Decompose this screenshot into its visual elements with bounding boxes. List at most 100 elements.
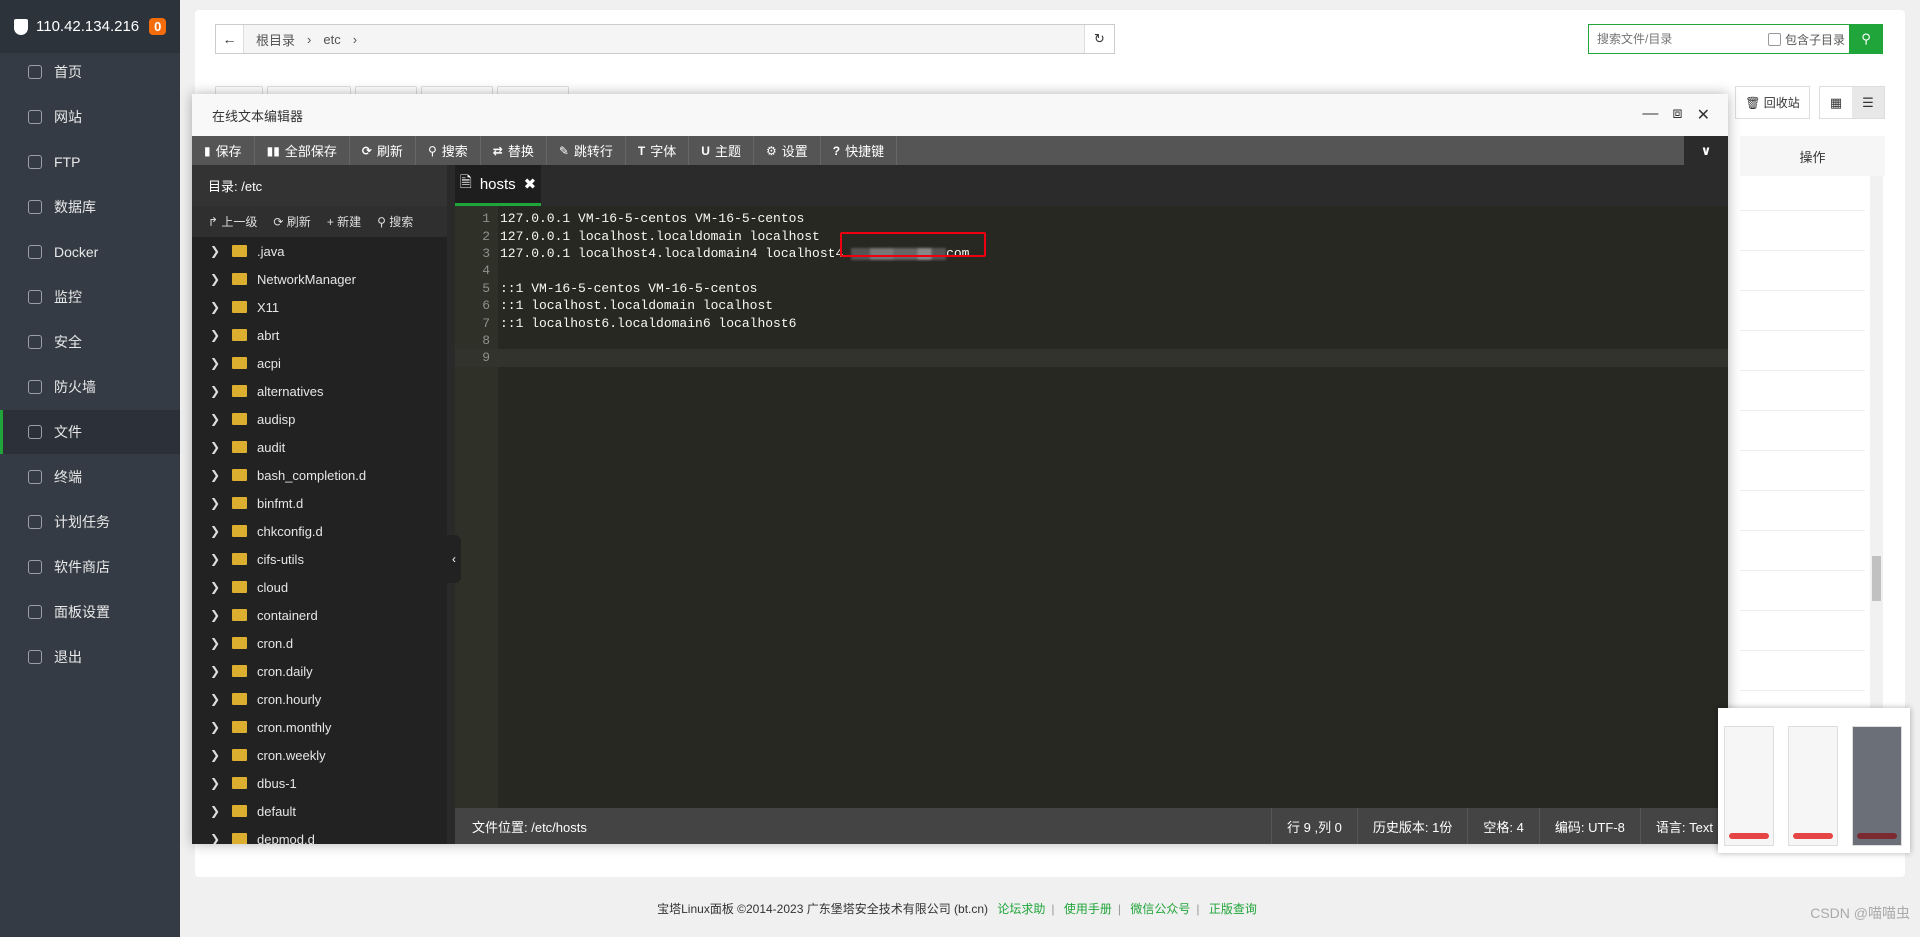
screenshot-thumbnail[interactable] [1718, 708, 1910, 853]
chevron-right-icon[interactable]: ❯ [210, 244, 220, 258]
chevron-right-icon[interactable]: ❯ [210, 272, 220, 286]
sidebar-item-4[interactable]: Docker [0, 230, 180, 274]
chevron-right-icon[interactable]: ❯ [210, 608, 220, 622]
search-input[interactable] [1589, 32, 1768, 46]
tree-node[interactable]: ❯ containerd [192, 601, 447, 629]
tree-node[interactable]: ❯ cloud [192, 573, 447, 601]
tree-node[interactable]: ❯ audit [192, 433, 447, 461]
notification-badge[interactable]: 0 [149, 18, 167, 35]
tree-node[interactable]: ❯ cron.monthly [192, 713, 447, 741]
toolbar-8[interactable]: ⚙ 设置 [754, 136, 821, 165]
tab-hosts[interactable]: 🗎 hosts ✖ [455, 165, 541, 206]
sidebar-item-3[interactable]: 数据库 [0, 185, 180, 229]
link-forum[interactable]: 论坛求助 [997, 902, 1045, 916]
tree-node[interactable]: ❯ cron.hourly [192, 685, 447, 713]
sidebar-item-7[interactable]: 防火墙 [0, 365, 180, 409]
close-tab-icon[interactable]: ✖ [524, 175, 537, 193]
minimize-icon[interactable]: — [1642, 105, 1658, 125]
chevron-right-icon[interactable]: ❯ [210, 440, 220, 454]
tree-refresh-button[interactable]: ⟳ 刷新 [273, 213, 310, 230]
sidebar-item-10[interactable]: 计划任务 [0, 500, 180, 544]
sidebar-item-13[interactable]: 退出 [0, 635, 180, 679]
chevron-right-icon[interactable]: ❯ [210, 328, 220, 342]
tree-node[interactable]: ❯ cron.d [192, 629, 447, 657]
chevron-right-icon[interactable]: ❯ [210, 664, 220, 678]
chevron-right-icon[interactable]: ❯ [210, 356, 220, 370]
chevron-right-icon[interactable]: ❯ [210, 832, 220, 844]
link-manual[interactable]: 使用手册 [1064, 902, 1112, 916]
toolbar-3[interactable]: ⚲ 搜索 [416, 136, 481, 165]
tree-node[interactable]: ❯ NetworkManager [192, 265, 447, 293]
tree-node[interactable]: ❯ dbus-1 [192, 769, 447, 797]
grid-view-icon[interactable]: ▦ [1820, 87, 1852, 118]
include-subdir-checkbox[interactable]: 包含子目录 [1767, 31, 1845, 48]
tree-node[interactable]: ❯ audisp [192, 405, 447, 433]
tree-node[interactable]: ❯ cron.daily [192, 657, 447, 685]
encoding[interactable]: 编码: UTF-8 [1538, 808, 1640, 844]
chevron-right-icon[interactable]: ❯ [210, 412, 220, 426]
chevron-right-icon[interactable]: ❯ [210, 636, 220, 650]
toolbar-1[interactable]: ▮▮ 全部保存 [255, 136, 350, 165]
link-wechat[interactable]: 微信公众号 [1130, 902, 1190, 916]
chevron-right-icon[interactable]: ❯ [210, 692, 220, 706]
breadcrumb-etc[interactable]: etc [323, 32, 340, 47]
chevron-right-icon[interactable]: ❯ [210, 300, 220, 314]
tree-scrollbar[interactable] [447, 165, 455, 844]
tree-node[interactable]: ❯ alternatives [192, 377, 447, 405]
indent-spaces[interactable]: 空格: 4 [1467, 808, 1538, 844]
toolbar-2[interactable]: ⟳ 刷新 [350, 136, 416, 165]
collapse-tree-handle[interactable]: ‹ [447, 535, 461, 583]
chevron-right-icon[interactable]: ❯ [210, 496, 220, 510]
chevron-right-icon[interactable]: ❯ [210, 468, 220, 482]
sidebar-item-11[interactable]: 软件商店 [0, 545, 180, 589]
sidebar-item-12[interactable]: 面板设置 [0, 590, 180, 634]
tree-search-button[interactable]: ⚲ 搜索 [377, 213, 413, 230]
link-license[interactable]: 正版查询 [1209, 902, 1257, 916]
up-level-button[interactable]: ↱ 上一级 [208, 213, 257, 230]
chevron-right-icon[interactable]: ❯ [210, 776, 220, 790]
tree-node[interactable]: ❯ cron.weekly [192, 741, 447, 769]
tree-node[interactable]: ❯ .java [192, 237, 447, 265]
chevron-right-icon[interactable]: ❯ [210, 552, 220, 566]
sidebar-item-5[interactable]: 监控 [0, 275, 180, 319]
tree-node[interactable]: ❯ acpi [192, 349, 447, 377]
list-view-icon[interactable]: ☰ [1852, 87, 1884, 118]
new-button[interactable]: + 新建 [327, 213, 361, 230]
chevron-down-icon[interactable]: ∨ [1684, 136, 1728, 165]
chevron-right-icon[interactable]: ❯ [210, 384, 220, 398]
tree-node[interactable]: ❯ default [192, 797, 447, 825]
path-bar[interactable]: ← 根目录 › etc › ↻ [215, 24, 1115, 54]
recycle-bin-button[interactable]: 🗑 回收站 [1735, 86, 1810, 119]
tree-node[interactable]: ❯ binfmt.d [192, 489, 447, 517]
toolbar-4[interactable]: ⇄ 替换 [481, 136, 547, 165]
code-editor[interactable]: 🗎 hosts ✖ 1 127.0.0.1 VM-16-5-centos VM-16-… [447, 165, 1728, 844]
tree-node[interactable]: ❯ depmod.d [192, 825, 447, 844]
maximize-icon[interactable]: ⧈ [1672, 105, 1682, 125]
toolbar-6[interactable]: T 字体 [626, 136, 690, 165]
history-versions[interactable]: 历史版本: 1份 [1356, 808, 1467, 844]
toolbar-0[interactable]: ▮ 保存 [192, 136, 255, 165]
sidebar-item-9[interactable]: 终端 [0, 455, 180, 499]
toolbar-7[interactable]: U 主题 [689, 136, 754, 165]
back-arrow-icon[interactable]: ← [216, 25, 244, 53]
search-button[interactable]: ⚲ [1849, 24, 1883, 54]
tree-node[interactable]: ❯ X11 [192, 293, 447, 321]
sidebar-item-2[interactable]: FTP [0, 140, 180, 184]
tree-node[interactable]: ❯ chkconfig.d [192, 517, 447, 545]
tree-node[interactable]: ❯ bash_completion.d [192, 461, 447, 489]
sidebar-item-8[interactable]: 文件 [0, 410, 180, 454]
sidebar-item-6[interactable]: 安全 [0, 320, 180, 364]
language[interactable]: 语言: Text [1639, 808, 1728, 844]
tree-node[interactable]: ❯ cifs-utils [192, 545, 447, 573]
chevron-right-icon[interactable]: ❯ [210, 804, 220, 818]
refresh-icon[interactable]: ↻ [1084, 25, 1114, 53]
close-icon[interactable]: ✕ [1697, 105, 1710, 125]
chevron-right-icon[interactable]: ❯ [210, 748, 220, 762]
tree-node[interactable]: ❯ abrt [192, 321, 447, 349]
chevron-right-icon[interactable]: ❯ [210, 720, 220, 734]
sidebar-item-1[interactable]: 网站 [0, 95, 180, 139]
breadcrumb-root[interactable]: 根目录 [256, 30, 295, 49]
toolbar-5[interactable]: ✎ 跳转行 [547, 136, 626, 165]
chevron-right-icon[interactable]: ❯ [210, 580, 220, 594]
scrollbar-thumb[interactable] [1872, 556, 1881, 601]
